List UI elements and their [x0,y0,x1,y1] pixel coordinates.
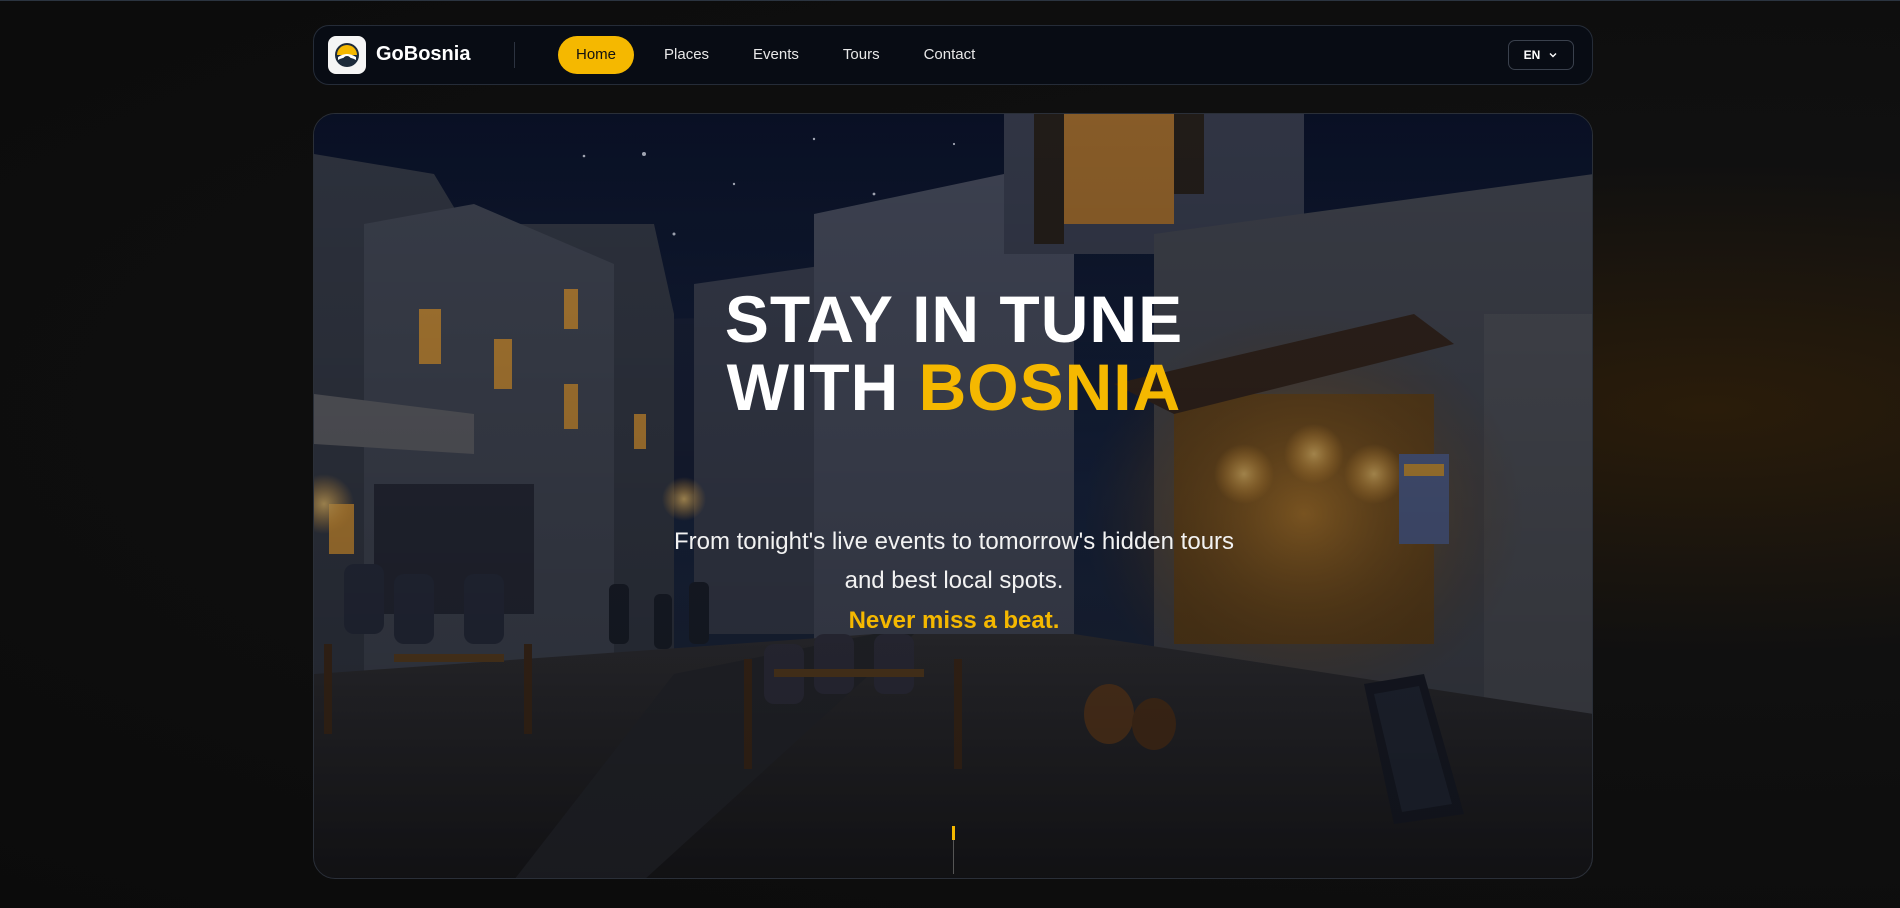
language-value: EN [1523,48,1541,62]
nav-item-events[interactable]: Events [731,36,821,74]
brand-name[interactable]: GoBosnia [376,43,470,66]
nav-item-home[interactable]: Home [558,36,635,74]
gobosnia-logo-icon[interactable] [328,36,366,74]
main-nav: Home Places Events Tours Contact [558,36,997,74]
hero-content: STAY IN TUNE WITH BOSNIA From tonight's … [314,114,1592,878]
hero-title-accent: BOSNIA [918,350,1182,424]
nav-item-contact[interactable]: Contact [902,36,998,74]
top-border [0,0,1900,1]
hero-subtitle-line1: From tonight's live events to tomorrow's… [673,528,1235,555]
hero-subtitle-line2: and best local spots. [844,567,1064,594]
nav-divider [514,42,515,68]
nav-item-tours[interactable]: Tours [821,36,902,74]
top-navbar: GoBosnia Home Places Events Tours Contac… [313,25,1593,85]
scroll-indicator[interactable] [952,826,955,874]
scroll-indicator-active [952,826,955,840]
language-selector[interactable]: EN [1508,40,1574,70]
hero-title-prefix: WITH [726,350,919,424]
hero-tagline: Never miss a beat. [848,607,1060,634]
hero-title-line1: STAY IN TUNE [724,282,1184,356]
nav-item-places[interactable]: Places [642,36,731,74]
chevron-down-icon [1549,53,1557,58]
scroll-indicator-track [953,840,954,874]
hero-title-line2: WITH BOSNIA [314,350,1592,424]
hero-section: STAY IN TUNE WITH BOSNIA From tonight's … [313,113,1593,879]
